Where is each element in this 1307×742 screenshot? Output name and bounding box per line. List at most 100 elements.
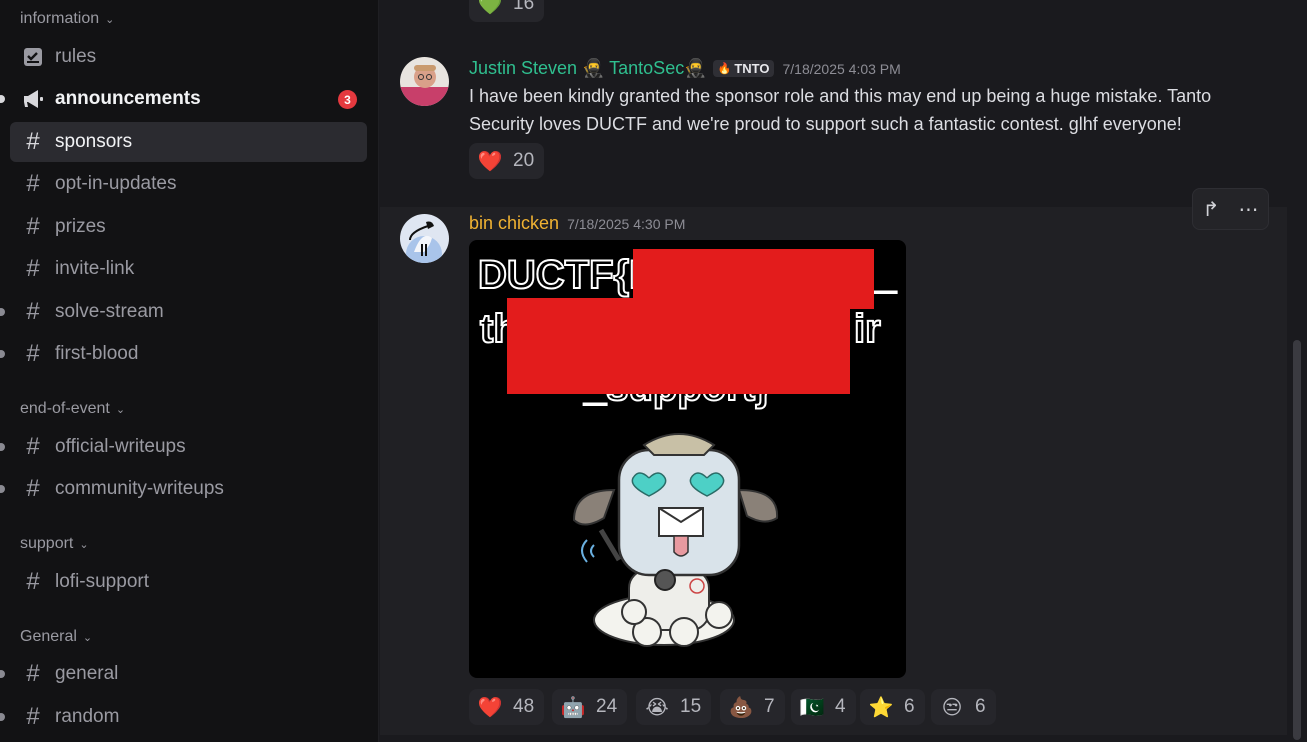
channel-label: prizes — [55, 216, 106, 237]
category-label: support — [20, 535, 74, 552]
channel-rules[interactable]: rules — [10, 37, 367, 77]
message-header: Justin Steven 🥷 TantoSec🥷 🔥 TNTO 7/18/2025 … — [469, 58, 901, 79]
channel-label: opt-in-updates — [55, 173, 177, 194]
channel-label: lofi-support — [55, 571, 149, 592]
reaction-count: 6 — [975, 696, 986, 717]
reaction-flag[interactable]: 🇵🇰 4 — [791, 689, 856, 725]
image-text-line: DUCTF{E — [478, 253, 656, 297]
chevron-down-icon: ⌄ — [105, 13, 115, 26]
mention-badge: 3 — [338, 90, 357, 109]
channel-sponsors[interactable]: # sponsors — [10, 122, 367, 162]
reaction-count: 15 — [680, 696, 702, 717]
channel-label: first-blood — [55, 343, 139, 364]
reaction-heart-green[interactable]: 💚 16 — [469, 0, 545, 22]
message-line: Security loves DUCTF and we're proud to … — [469, 114, 1182, 134]
category-label: General — [20, 628, 77, 645]
category-general[interactable]: General ⌄ — [20, 628, 92, 646]
unread-indicator — [0, 350, 5, 358]
category-information[interactable]: information ⌄ — [20, 10, 114, 28]
green-heart-emoji: 💚 — [477, 0, 503, 16]
reaction-count: 4 — [835, 696, 846, 717]
pakistan-flag-emoji: 🇵🇰 — [799, 696, 825, 719]
reaction-crying[interactable]: 😭 15 — [636, 689, 712, 725]
crying-face-emoji: 😭 — [645, 696, 669, 719]
server-tag-label: TNTO — [734, 61, 770, 76]
chevron-down-icon: ⌄ — [115, 403, 126, 416]
hash-icon: # — [26, 170, 40, 197]
unread-indicator — [0, 443, 5, 451]
hash-icon: # — [26, 298, 40, 325]
author-name[interactable]: bin chicken — [469, 213, 559, 233]
channel-invite-link[interactable]: # invite-link — [10, 249, 367, 289]
hash-icon: # — [26, 475, 40, 502]
message-line: I have been kindly granted the sponsor r… — [469, 86, 1212, 106]
channel-label: official-writeups — [55, 436, 186, 457]
image-text-line: ir — [854, 307, 881, 351]
heart-emoji: ❤️ — [477, 696, 503, 719]
image-attachment[interactable]: DUCTF{E _ th ir _support} — [469, 240, 906, 678]
unread-indicator — [0, 95, 5, 103]
timestamp: 7/18/2025 4:30 PM — [567, 216, 686, 232]
reaction-poop[interactable]: 💩 7 — [720, 689, 785, 725]
server-tag[interactable]: 🔥 TNTO — [712, 60, 775, 77]
channel-solve-stream[interactable]: # solve-stream — [10, 292, 367, 332]
category-end-of-event[interactable]: end-of-event ⌄ — [20, 400, 125, 418]
channel-community-writeups[interactable]: # community-writeups — [10, 469, 367, 509]
hash-icon: # — [26, 433, 40, 460]
channel-announcements[interactable]: announcements 3 — [10, 79, 367, 119]
chevron-down-icon: ⌄ — [79, 538, 89, 551]
unread-indicator — [0, 713, 5, 721]
message-header: bin chicken 7/18/2025 4:30 PM — [469, 213, 685, 234]
avatar[interactable] — [400, 57, 449, 106]
hash-icon: # — [26, 213, 40, 240]
fire-icon: 🔥 — [717, 63, 732, 75]
channel-first-blood[interactable]: # first-blood — [10, 334, 367, 374]
channel-lofi-support[interactable]: # lofi-support — [10, 562, 367, 602]
reaction-robot[interactable]: 🤖 24 — [552, 689, 628, 725]
channel-prizes[interactable]: # prizes — [10, 207, 367, 247]
reaction-star[interactable]: ⭐ 6 — [860, 689, 925, 725]
unread-indicator — [0, 308, 5, 316]
hash-icon: # — [26, 255, 40, 282]
hash-icon: # — [26, 340, 40, 367]
message-list: 💚 16 Justin Steven 🥷 TantoSec🥷 🔥 TNTO 7/18/… — [380, 0, 1307, 742]
channel-label: rules — [55, 46, 97, 67]
more-icon[interactable]: ⋯ — [1238, 197, 1258, 222]
channel-official-writeups[interactable]: # official-writeups — [10, 427, 367, 467]
chevron-down-icon: ⌄ — [82, 631, 93, 644]
robot-emoji: 🤖 — [560, 696, 586, 719]
avatar[interactable] — [400, 214, 449, 263]
channel-label: general — [55, 663, 119, 684]
unread-indicator — [0, 485, 5, 493]
poop-emoji: 💩 — [728, 696, 754, 719]
timestamp: 7/18/2025 4:03 PM — [782, 61, 901, 77]
scrollbar[interactable] — [1293, 340, 1301, 740]
category-label: end-of-event — [20, 400, 110, 417]
channel-opt-in-updates[interactable]: # opt-in-updates — [10, 164, 367, 204]
reaction-count: 7 — [764, 696, 775, 717]
channel-label: community-writeups — [55, 478, 224, 499]
category-label: information — [20, 10, 100, 27]
category-support[interactable]: support ⌄ — [20, 535, 89, 553]
message-actions-toolbar: ↱ ⋯ — [1192, 188, 1269, 230]
channel-label: solve-stream — [55, 301, 164, 322]
reaction-heart[interactable]: ❤️ 48 — [469, 689, 545, 725]
channel-label: random — [55, 706, 120, 727]
channel-general[interactable]: # general — [10, 654, 367, 694]
channel-label: sponsors — [55, 131, 133, 152]
author-name[interactable]: Justin Steven 🥷 TantoSec🥷 — [469, 58, 707, 78]
reaction-heart[interactable]: ❤️ 20 — [469, 143, 545, 179]
reaction-unamused[interactable]: 😒 6 — [931, 689, 996, 725]
reaction-count: 24 — [596, 696, 618, 717]
heart-emoji: ❤️ — [477, 150, 503, 173]
channel-label: invite-link — [55, 258, 135, 279]
reaction-count: 6 — [904, 696, 915, 717]
message-content: I have been kindly granted the sponsor r… — [469, 82, 1269, 138]
unread-indicator — [0, 670, 5, 678]
hash-icon: # — [26, 568, 40, 595]
image-text-line: _ — [873, 253, 897, 297]
channel-random[interactable]: # random — [10, 697, 367, 737]
rules-icon — [22, 46, 44, 68]
forward-icon[interactable]: ↱ — [1203, 197, 1220, 222]
reaction-count: 48 — [513, 696, 535, 717]
